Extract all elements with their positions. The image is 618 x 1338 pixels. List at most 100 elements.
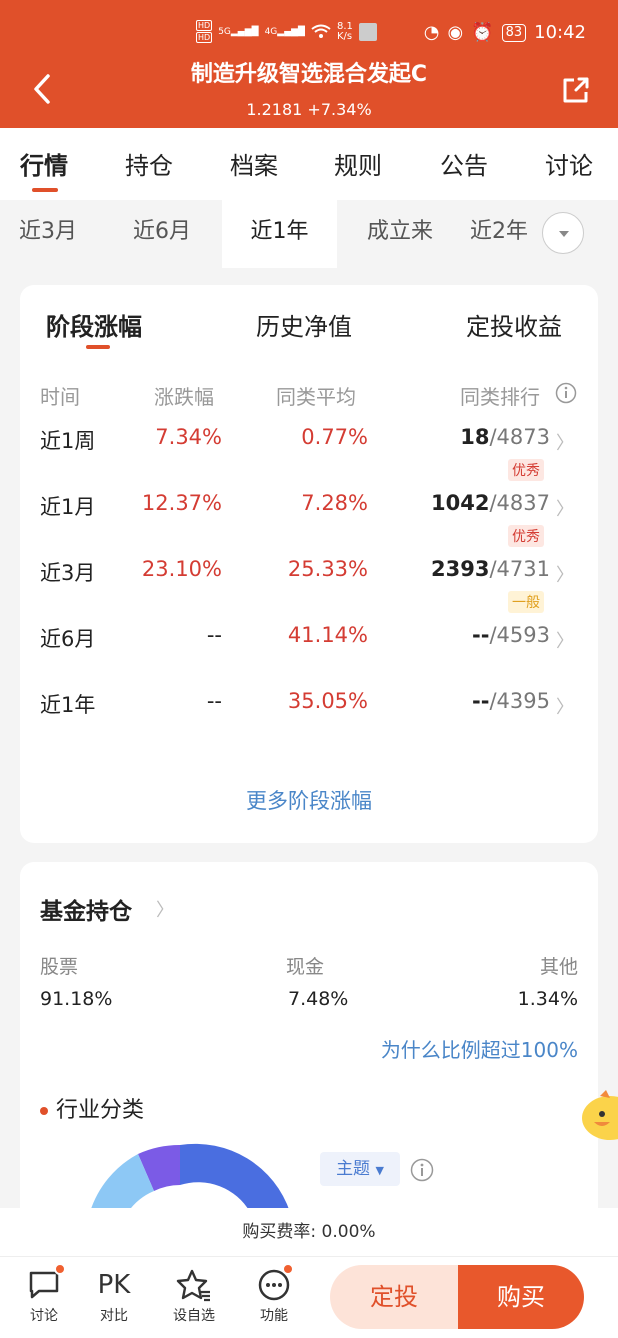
page-title: 制造升级智选混合发起C <box>190 62 428 87</box>
nav-compare[interactable]: PK 对比 <box>84 1265 144 1325</box>
row-time: 近1年 <box>40 693 96 717</box>
notification-dot <box>282 1263 294 1275</box>
nav-label: 讨论 <box>30 1308 58 1324</box>
eye-icon: ◉ <box>447 22 464 43</box>
row-time: 近1周 <box>40 429 96 453</box>
tab-rules[interactable]: 规则 <box>334 146 382 181</box>
wifi-icon <box>311 24 331 38</box>
subtab-period-return[interactable]: 阶段涨幅 <box>46 307 142 342</box>
sip-button[interactable]: 定投 <box>330 1265 458 1329</box>
nfc-icon: ◔ <box>423 22 440 43</box>
col-header-time: 时间 <box>40 385 80 409</box>
buy-button[interactable]: 购买 <box>458 1265 584 1329</box>
table-row[interactable]: 近3月 23.10% 25.33% 2393/4731 〉 一般 <box>20 557 598 617</box>
col-header-avg: 同类平均 <box>276 385 356 409</box>
rank-badge: 优秀 <box>508 459 544 481</box>
net-speed: 8.1 K/s <box>336 20 353 42</box>
caret-down-icon <box>559 231 569 237</box>
active-tab-indicator <box>32 188 58 192</box>
rank-badge: 一般 <box>508 591 544 613</box>
other-value: 1.34% <box>517 988 578 1010</box>
table-row[interactable]: 近6月 -- 41.14% --/4593 〉 <box>20 623 598 683</box>
row-change: -- <box>206 623 222 647</box>
table-row[interactable]: 近1月 12.37% 7.28% 1042/4837 〉 优秀 <box>20 491 598 551</box>
share-icon[interactable] <box>560 74 592 106</box>
avatar <box>358 22 377 41</box>
mascot-icon[interactable] <box>580 1088 618 1144</box>
tab-discussion[interactable]: 讨论 <box>545 146 593 181</box>
battery-indicator: 83 <box>501 23 527 42</box>
row-change: 23.10% <box>141 557 222 581</box>
page-subtitle: 1.2181 +7.34% <box>246 100 372 119</box>
chevron-right-icon: 〉 <box>556 565 574 586</box>
other-label: 其他 <box>539 956 578 978</box>
nav-add-watchlist[interactable]: 设自选 <box>164 1265 224 1325</box>
main-tabs: 行情 持仓 档案 规则 公告 讨论 <box>0 128 618 200</box>
range-since-inception[interactable]: 成立来 <box>348 200 452 268</box>
status-left: HD HD 5G▂▄▆█ 4G▂▄▆█ 8.1 K/s <box>196 20 377 43</box>
performance-card: 阶段涨幅 历史净值 定投收益 时间 涨跌幅 同类平均 同类排行 近1周 7.34… <box>20 285 598 843</box>
range-selector: 近3月 近6月 近1年 成立来 近2年 <box>0 200 618 268</box>
row-avg: 35.05% <box>287 689 368 713</box>
nav-discussion[interactable]: 讨论 <box>14 1263 74 1325</box>
info-icon[interactable] <box>555 382 577 404</box>
nav-label: 功能 <box>260 1308 288 1324</box>
signal-5g-icon: 5G▂▄▆█ <box>218 26 259 37</box>
theme-dropdown[interactable]: 主题 ▼ <box>320 1152 400 1186</box>
why-over-100-link[interactable]: 为什么比例超过100% <box>381 1034 578 1063</box>
tab-holdings[interactable]: 持仓 <box>125 146 173 181</box>
row-rank: --/4395 <box>472 689 550 713</box>
status-bar: HD HD 5G▂▄▆█ 4G▂▄▆█ 8.1 K/s ◔ ◉ ⏰ 83 10:4… <box>0 14 618 54</box>
chevron-right-icon: 〉 <box>556 631 574 652</box>
row-avg: 0.77% <box>301 425 368 449</box>
more-period-returns-link[interactable]: 更多阶段涨幅 <box>20 785 598 815</box>
range-dropdown-button[interactable] <box>542 212 584 254</box>
subtab-nav-history[interactable]: 历史净值 <box>256 307 352 342</box>
alarm-icon: ⏰ <box>471 22 494 43</box>
stock-value: 91.18% <box>40 988 113 1010</box>
row-rank: 1042/4837 <box>431 491 550 515</box>
range-6m[interactable]: 近6月 <box>112 200 212 268</box>
donut-slice-blue <box>180 1143 290 1212</box>
signal-4g-icon: 4G▂▄▆█ <box>264 26 305 37</box>
col-header-rank: 同类排行 <box>460 385 540 409</box>
row-rank: 18/4873 <box>460 425 550 449</box>
row-avg: 25.33% <box>287 557 368 581</box>
hd-badge: HD <box>196 32 213 43</box>
clock: 10:42 <box>534 22 586 43</box>
pk-icon: PK <box>97 1270 131 1300</box>
cash-label: 现金 <box>286 956 325 978</box>
chevron-right-icon: 〉 <box>556 433 574 454</box>
holdings-title[interactable]: 基金持仓 <box>40 892 132 926</box>
tab-profile[interactable]: 档案 <box>230 146 278 181</box>
subtab-sip-return[interactable]: 定投收益 <box>466 307 562 342</box>
row-change: 12.37% <box>141 491 222 515</box>
row-change: -- <box>206 689 222 713</box>
industry-donut-chart <box>90 1143 290 1212</box>
chevron-right-icon[interactable]: 〉 <box>156 896 174 922</box>
star-list-icon <box>176 1269 210 1302</box>
row-time: 近3月 <box>40 561 96 585</box>
active-subtab-indicator <box>86 345 110 349</box>
caret-down-icon: ▼ <box>375 1164 384 1177</box>
rank-badge: 优秀 <box>508 525 544 547</box>
row-avg: 7.28% <box>301 491 368 515</box>
range-1y[interactable]: 近1年 <box>222 200 337 268</box>
chevron-right-icon: 〉 <box>556 697 574 718</box>
tab-market[interactable]: 行情 <box>20 146 68 181</box>
status-right: ◔ ◉ ⏰ 83 10:42 <box>424 22 586 43</box>
holdings-card: 基金持仓 〉 股票 现金 其他 91.18% 7.48% 1.34% 为什么比例… <box>20 862 598 1262</box>
row-time: 近6月 <box>40 627 96 651</box>
table-row[interactable]: 近1年 -- 35.05% --/4395 〉 <box>20 689 598 749</box>
stock-label: 股票 <box>40 956 79 978</box>
col-header-change: 涨跌幅 <box>154 385 214 409</box>
row-rank: --/4593 <box>472 623 550 647</box>
nav-functions[interactable]: 功能 <box>244 1263 304 1325</box>
tab-notices[interactable]: 公告 <box>440 146 488 181</box>
info-icon[interactable] <box>410 1158 434 1182</box>
chevron-right-icon: 〉 <box>556 499 574 520</box>
range-3m[interactable]: 近3月 <box>0 200 96 268</box>
nav-label: 设自选 <box>173 1308 215 1324</box>
bottom-bar: 讨论 PK 对比 设自选 功能 定投 购买 <box>0 1256 618 1338</box>
table-row[interactable]: 近1周 7.34% 0.77% 18/4873 〉 优秀 <box>20 425 598 485</box>
